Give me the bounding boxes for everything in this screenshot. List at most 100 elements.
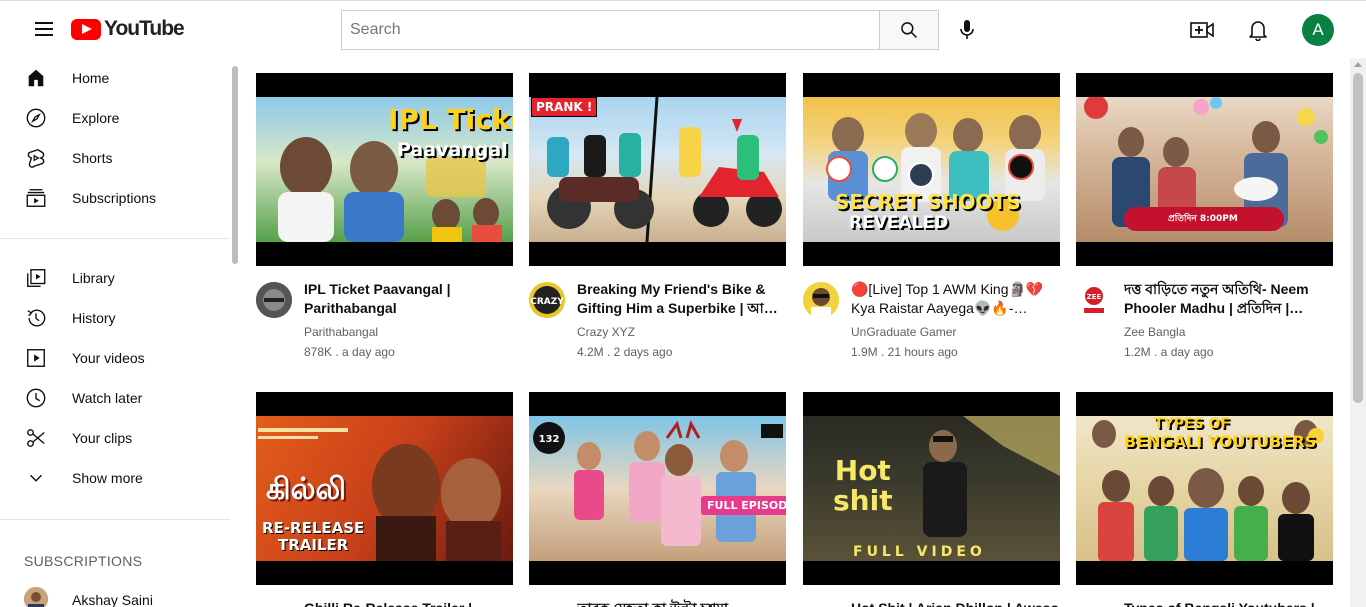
sidebar-item-label: Show more [72,470,143,486]
sidebar-item-show-more[interactable]: Show more [0,458,230,498]
thumbnail-caption: প্রতিদিন 8:00PM [1168,214,1238,224]
subscriptions-heading: SUBSCRIPTIONS [24,553,143,569]
thumbnail-image: SECRET SHOOTS REVEALED [803,97,1060,242]
thumbnail-caption: PRANK ! [531,97,598,117]
search-icon [901,22,918,39]
video-meta: Breaking My Friend's Bike & Gifting Him … [577,280,786,361]
channel-name[interactable]: Parithabangal [304,323,513,341]
video-thumbnail[interactable]: TYPES OF BENGALI YOUTUBERS [1076,392,1333,585]
sidebar-scrollbar-thumb[interactable] [232,66,238,264]
compass-icon [24,106,48,130]
chevron-down-icon [24,466,48,490]
thumbnail-caption: Hot shit [833,454,893,517]
thumbnail-caption: FULL VIDEO [853,544,986,560]
video-title[interactable]: IPL Ticket Paavangal | Parithabangal [304,280,513,318]
thumbnail-caption: கில்லி [266,472,347,507]
clock-icon [24,386,48,410]
sidebar-subscription-akshay-saini[interactable]: Akshay Saini [0,580,230,607]
subscriptions-icon [24,186,48,210]
sidebar-item-history[interactable]: History [0,298,230,338]
thumbnail-image: கில்லி RE-RELEASE TRAILER [256,416,513,561]
microphone-icon [960,20,974,39]
sidebar-item-shorts[interactable]: Shorts [0,138,230,178]
history-icon [24,306,48,330]
thumbnail-caption: SECRET SHOOTS [835,190,1021,214]
sidebar-item-library[interactable]: Library [0,258,230,298]
top-bar: YouTube A [0,0,1366,58]
thumbnail-image: 132 FULL EPISODE [529,416,786,561]
video-stats: 1.9M . 21 hours ago [851,345,958,359]
account-avatar[interactable]: A [1302,14,1334,46]
create-video-icon [1190,22,1214,38]
video-thumbnail[interactable]: SECRET SHOOTS REVEALED [803,73,1060,266]
channel-avatar[interactable]: ZEE [1076,282,1112,318]
home-icon [24,66,48,90]
video-title[interactable]: দত্ত বাড়িতে নতুন অতিথি- Neem Phooler Ma… [1124,280,1333,318]
channel-avatar[interactable]: CRAZY [529,282,565,318]
page-scrollbar-thumb[interactable] [1353,73,1363,403]
thumbnail-caption: REVEALED [849,213,949,233]
thumbnail-illustration: 132 [533,420,783,546]
video-title[interactable]: Ghilli Re-Release Trailer | [304,599,513,607]
sidebar-item-your-videos[interactable]: Your videos [0,338,230,378]
svg-text:132: 132 [539,434,560,445]
sidebar-item-your-clips[interactable]: Your clips [0,418,230,458]
channel-avatar[interactable] [803,282,839,318]
sidebar-item-label: Your clips [72,430,133,446]
video-title[interactable]: Hot Shit | Arjan Dhillon | Aweso [851,599,1060,607]
video-thumbnail[interactable]: IPL Ticket Paavangal [256,73,513,266]
scissors-icon [24,426,48,450]
sidebar-item-subscriptions[interactable]: Subscriptions [0,178,230,218]
thumbnail-caption: FULL EPISODE [701,496,786,515]
search-input[interactable] [341,10,879,50]
sidebar-item-label: Watch later [72,390,143,406]
shorts-icon [24,146,48,170]
video-title[interactable]: তারক মেহতা কা উল্টা চশমা [577,599,786,607]
youtube-logo[interactable]: YouTube [71,17,185,41]
video-thumbnail[interactable]: PRANK ! [529,73,786,266]
video-stats: 1.2M . a day ago [1124,345,1214,359]
video-thumbnail[interactable]: கில்லி RE-RELEASE TRAILER [256,392,513,585]
video-title[interactable]: Breaking My Friend's Bike & Gifting Him … [577,280,786,318]
youtube-play-icon [71,18,101,40]
sidebar-item-label: Subscriptions [72,190,157,206]
video-meta: 🔴[Live] Top 1 AWM King🗿💔 Kya Raistar Aay… [851,280,1060,361]
channel-name[interactable]: UnGraduate Gamer [851,323,1060,341]
sidebar-item-label: Library [72,270,115,286]
thumbnail-image: PRANK ! [529,97,786,242]
video-thumbnail[interactable]: 132 FULL EPISODE [529,392,786,585]
sidebar-item-label: Home [72,70,110,86]
scroll-up-arrow-icon[interactable] [1354,62,1362,67]
channel-avatar [24,587,48,607]
thumbnail-caption: TYPES OF [1154,416,1230,432]
channel-avatar[interactable] [256,282,292,318]
sidebar-item-label: History [72,310,116,326]
thumbnail-caption: BENGALI YOUTUBERS [1124,432,1317,451]
microphone-button[interactable] [952,13,982,47]
search-button[interactable] [879,10,939,50]
bell-icon [1249,21,1267,41]
notifications-button[interactable] [1242,13,1274,47]
sidebar-item-home[interactable]: Home [0,58,230,98]
video-stats: 878K . a day ago [304,345,395,359]
menu-icon[interactable] [24,11,64,47]
your-videos-icon [24,346,48,370]
sidebar-item-label: Your videos [72,350,145,366]
logo-text: YouTube [104,17,185,40]
sidebar-divider [0,519,230,520]
video-thumbnail[interactable]: প্রতিদিন 8:00PM [1076,73,1333,266]
channel-name[interactable]: Crazy XYZ [577,323,786,341]
video-meta: IPL Ticket Paavangal | Parithabangal Par… [304,280,513,361]
video-title[interactable]: Types of Bengali Youtubers | The [1124,599,1333,607]
video-title[interactable]: 🔴[Live] Top 1 AWM King🗿💔 Kya Raistar Aay… [851,280,1060,318]
video-thumbnail[interactable]: Hot shit FULL VIDEO [803,392,1060,585]
library-icon [24,266,48,290]
thumbnail-image: IPL Ticket Paavangal [256,97,513,242]
sidebar: Home Explore Shorts Subscriptions Librar… [0,58,240,607]
sidebar-item-watch-later[interactable]: Watch later [0,378,230,418]
video-meta: Ghilli Re-Release Trailer | [304,599,513,607]
channel-name[interactable]: Zee Bangla [1124,323,1333,341]
sidebar-item-explore[interactable]: Explore [0,98,230,138]
create-video-button[interactable] [1186,13,1218,47]
sidebar-item-label: Explore [72,110,120,126]
